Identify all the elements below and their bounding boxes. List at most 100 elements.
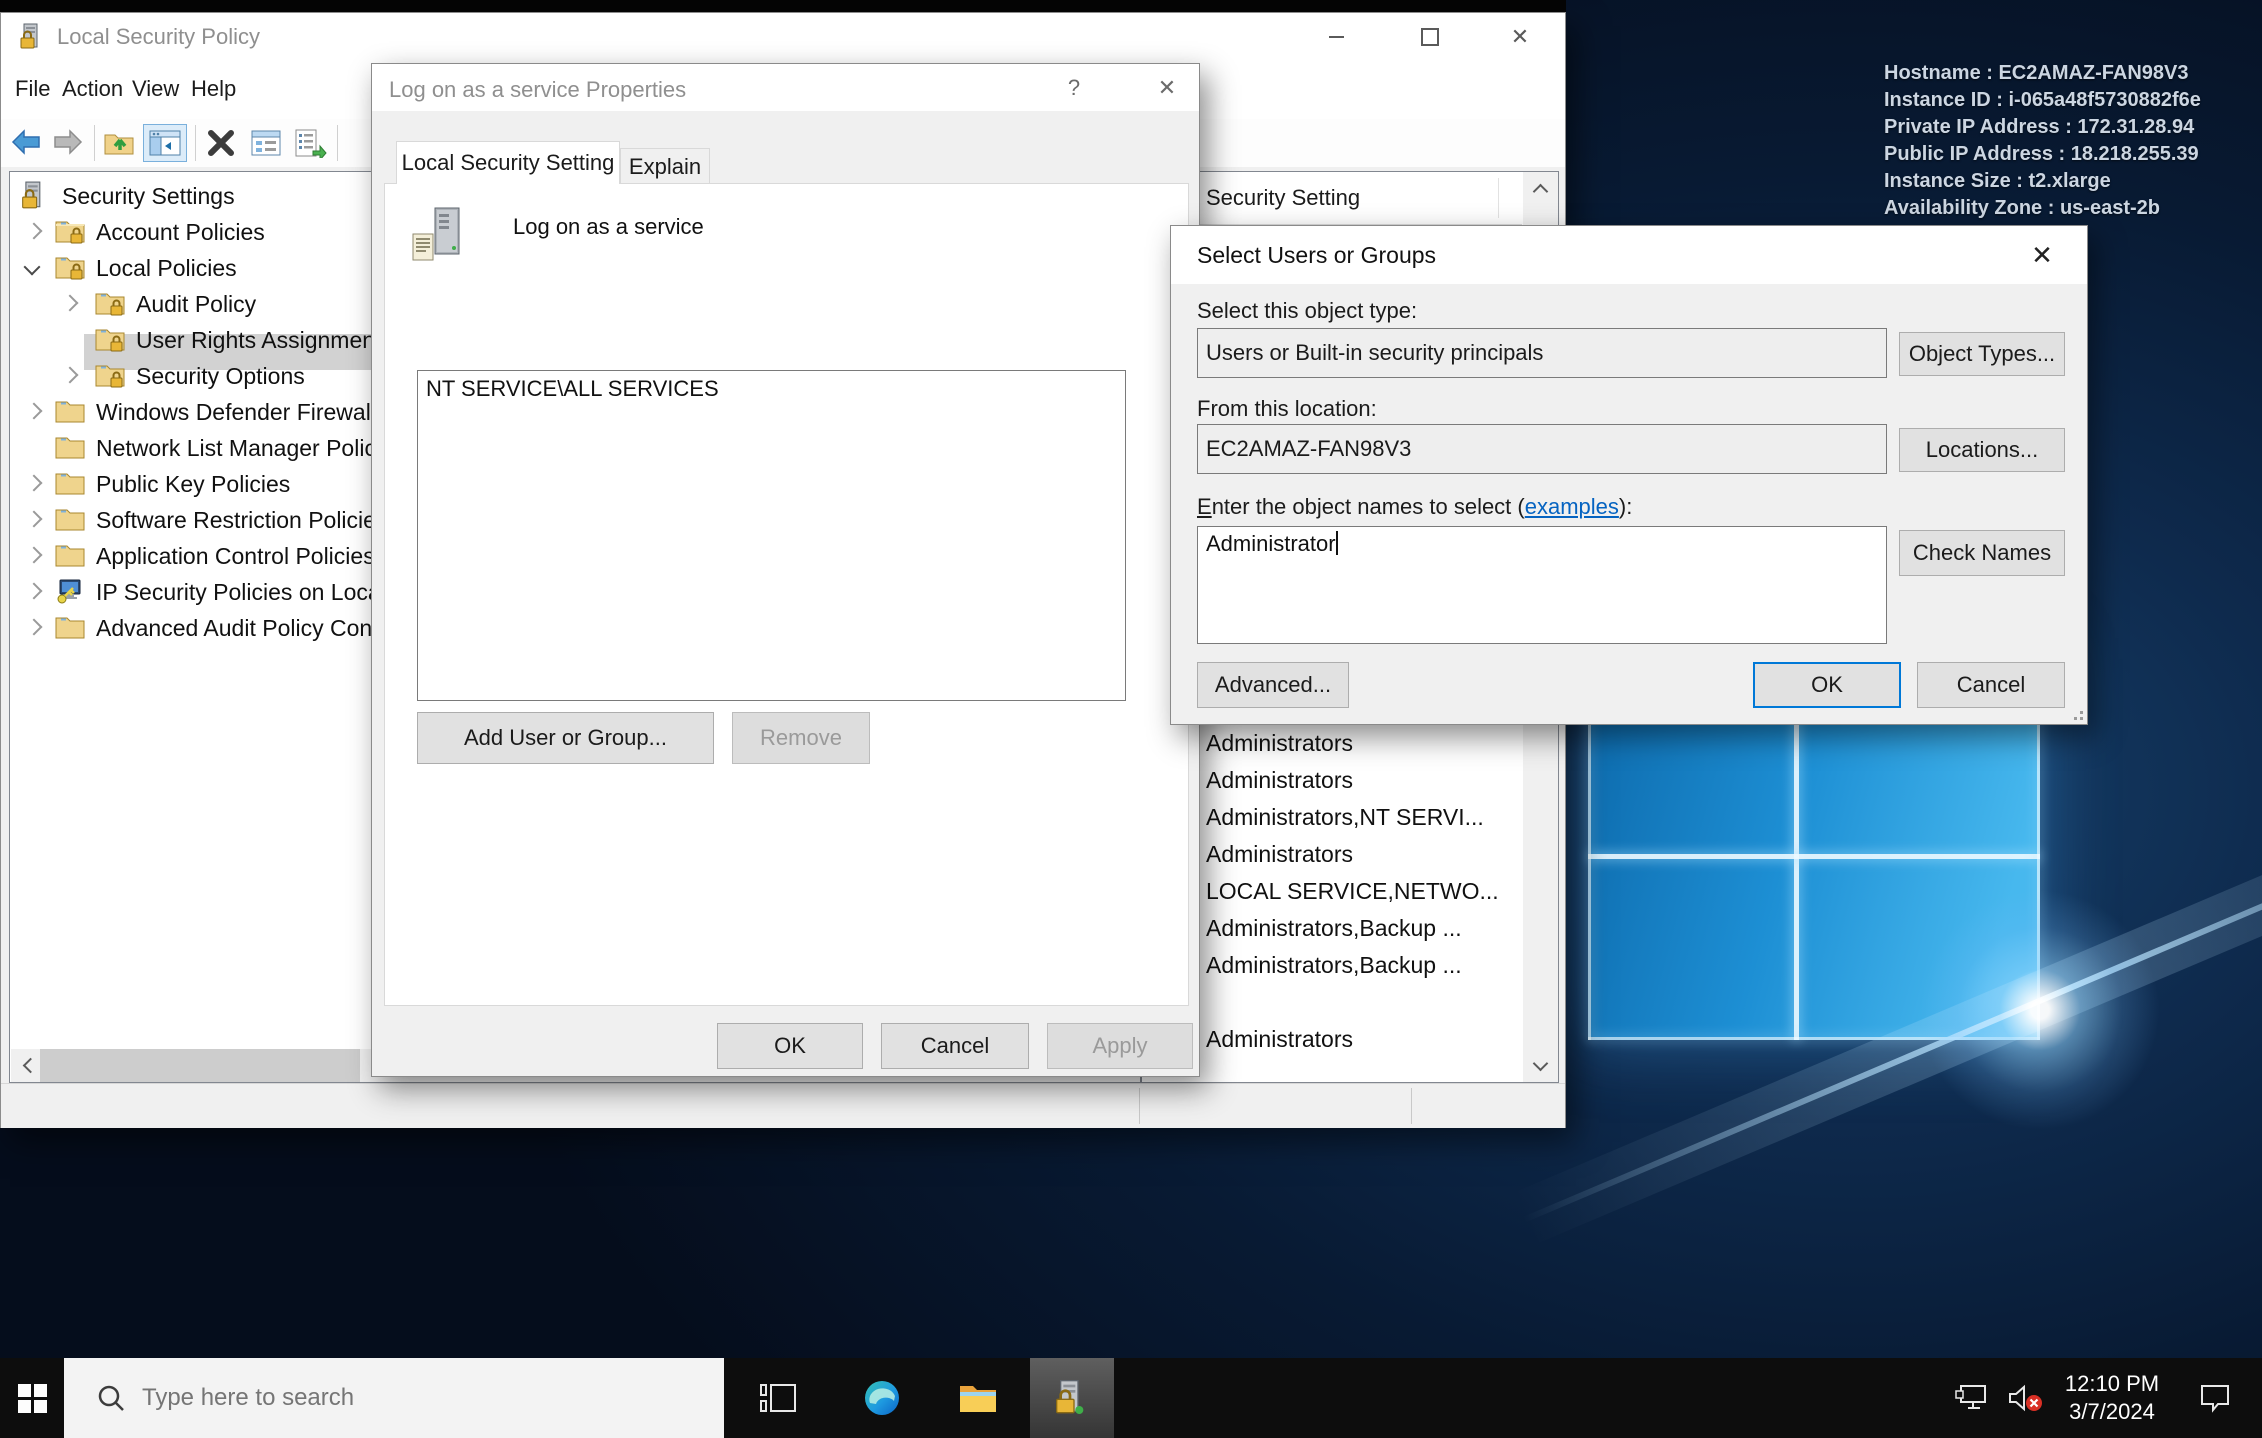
log-on-as-a-service-properties-dialog: Log on as a service Properties ? ✕ Local…: [371, 63, 1200, 1077]
delete-button[interactable]: [202, 124, 240, 162]
apply-button[interactable]: Apply: [1047, 1023, 1193, 1069]
expander-chevron-icon[interactable]: [26, 403, 43, 420]
scrollbar-thumb[interactable]: [40, 1049, 360, 1082]
close-button[interactable]: ✕: [2019, 230, 2065, 280]
scroll-up-button[interactable]: [1523, 172, 1558, 206]
search-input[interactable]: [140, 1383, 664, 1413]
button-label: Check Names: [1913, 540, 2051, 566]
start-button[interactable]: [0, 1358, 64, 1438]
location-field[interactable]: EC2AMAZ-FAN98V3: [1197, 424, 1887, 474]
local-security-policy-taskbar-button[interactable]: [1030, 1358, 1114, 1438]
maximize-icon: [1421, 28, 1439, 46]
expander-chevron-icon[interactable]: [26, 475, 43, 492]
tab-explain[interactable]: Explain: [620, 148, 710, 184]
dialog-titlebar[interactable]: Log on as a service Properties ? ✕: [372, 64, 1199, 111]
expander-chevron-icon[interactable]: [26, 547, 43, 564]
scroll-down-button[interactable]: [1523, 1048, 1558, 1082]
chevron-down-icon: [1533, 1055, 1549, 1071]
console-tree-toggle-button[interactable]: [143, 124, 187, 162]
toolbar-separator: [94, 125, 95, 161]
tree-item-label: Security Options: [136, 363, 305, 390]
location-value: EC2AMAZ-FAN98V3: [1206, 436, 1411, 462]
menu-action[interactable]: Action: [62, 76, 123, 102]
maximize-button[interactable]: [1401, 13, 1459, 61]
cancel-button[interactable]: Cancel: [881, 1023, 1029, 1069]
expander-chevron-icon[interactable]: [26, 511, 43, 528]
tab-label: Local Security Setting: [402, 150, 615, 176]
tree-item-label: Account Policies: [96, 219, 265, 246]
mmc-titlebar[interactable]: Local Security Policy ✕: [1, 13, 1565, 61]
expander-chevron-icon[interactable]: [62, 367, 79, 384]
expander-chevron-icon[interactable]: [62, 295, 79, 312]
taskbar-search[interactable]: [64, 1358, 724, 1438]
task-view-icon: [760, 1381, 796, 1415]
help-button[interactable]: ?: [1051, 64, 1097, 111]
tab-local-security-setting[interactable]: Local Security Setting: [396, 141, 620, 184]
object-names-textarea[interactable]: Administrator: [1197, 526, 1887, 644]
object-types-button[interactable]: Object Types...: [1899, 332, 2065, 376]
check-names-button[interactable]: Check Names: [1899, 530, 2065, 576]
add-user-or-group-button[interactable]: Add User or Group...: [417, 712, 714, 764]
network-tray-button[interactable]: [1944, 1358, 1998, 1438]
ok-button[interactable]: OK: [717, 1023, 863, 1069]
menu-view[interactable]: View: [132, 76, 179, 102]
tree-item-label: Software Restriction Policies: [96, 507, 387, 534]
forward-button[interactable]: [49, 124, 87, 162]
folder-lock-icon: [54, 217, 86, 245]
menu-file[interactable]: File: [15, 76, 50, 102]
ec2-availability-zone: Availability Zone : us-east-2b: [1884, 195, 2201, 222]
volume-tray-button[interactable]: [1998, 1358, 2052, 1438]
ec2-instance-size: Instance Size : t2.xlarge: [1884, 168, 2201, 195]
column-divider[interactable]: [1498, 178, 1499, 218]
file-explorer-button[interactable]: [942, 1358, 1014, 1438]
member-item[interactable]: NT SERVICE\ALL SERVICES: [426, 376, 719, 402]
action-center-button[interactable]: [2186, 1358, 2244, 1438]
expander-chevron-icon[interactable]: [24, 259, 41, 276]
tree-item-label: Network List Manager Policies: [96, 435, 405, 462]
close-icon: ✕: [2031, 240, 2053, 271]
locations-button[interactable]: Locations...: [1899, 428, 2065, 472]
cancel-button[interactable]: Cancel: [1917, 662, 2065, 708]
back-button[interactable]: [7, 124, 45, 162]
advanced-button[interactable]: Advanced...: [1197, 662, 1349, 708]
taskbar-clock[interactable]: 12:10 PM 3/7/2024: [2052, 1370, 2172, 1426]
button-label: Remove: [760, 725, 842, 751]
dialog-titlebar[interactable]: Select Users or Groups ✕: [1171, 226, 2087, 284]
tree-item-label: Public Key Policies: [96, 471, 290, 498]
resize-grip[interactable]: [2069, 706, 2083, 720]
column-header-security-setting[interactable]: Security Setting: [1206, 185, 1360, 211]
expander-chevron-icon[interactable]: [26, 583, 43, 600]
ok-button[interactable]: OK: [1753, 662, 1901, 708]
ec2-instance-id: Instance ID : i-065a48f5730882f6e: [1884, 87, 2201, 114]
expander-chevron-icon[interactable]: [26, 223, 43, 240]
menu-help[interactable]: Help: [191, 76, 236, 102]
policy-icon: [409, 206, 465, 264]
up-one-level-button[interactable]: [101, 124, 139, 162]
security-setting-value: Administrators: [1206, 767, 1353, 794]
close-button[interactable]: ✕: [1491, 13, 1549, 61]
console-tree-icon: [149, 130, 181, 156]
folder-lock-icon: [94, 361, 126, 389]
close-button[interactable]: ✕: [1144, 64, 1190, 111]
export-list-icon: [293, 128, 327, 158]
task-view-button[interactable]: [742, 1358, 814, 1438]
ec2-instance-info: Hostname : EC2AMAZ-FAN98V3 Instance ID :…: [1884, 60, 2201, 222]
export-list-button[interactable]: [291, 124, 329, 162]
properties-button[interactable]: [247, 124, 285, 162]
computer-key-icon: [54, 577, 86, 605]
minimize-button[interactable]: [1307, 13, 1365, 61]
examples-link[interactable]: examples: [1525, 494, 1619, 519]
ec2-public-ip: Public IP Address : 18.218.255.39: [1884, 141, 2201, 168]
button-label: OK: [774, 1033, 806, 1059]
object-type-field[interactable]: Users or Built-in security principals: [1197, 328, 1887, 378]
edge-browser-button[interactable]: [846, 1358, 918, 1438]
properties-icon: [250, 129, 282, 157]
members-listbox[interactable]: NT SERVICE\ALL SERVICES: [417, 370, 1126, 701]
security-setting-value: Administrators,Backup ...: [1206, 952, 1462, 979]
file-explorer-icon: [958, 1381, 998, 1415]
expander-chevron-icon[interactable]: [26, 619, 43, 636]
button-label: Cancel: [921, 1033, 989, 1059]
local-security-policy-icon: [19, 23, 46, 51]
chevron-left-icon: [23, 1058, 39, 1074]
remove-button[interactable]: Remove: [732, 712, 870, 764]
